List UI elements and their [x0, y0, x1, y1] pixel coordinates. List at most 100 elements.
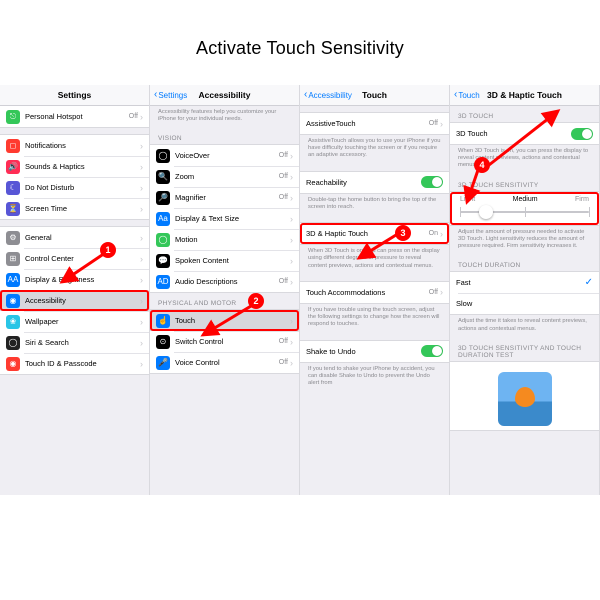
row-touch-accommodations[interactable]: Touch AccommodationsOff› — [300, 282, 449, 303]
slider-thumb[interactable] — [479, 205, 493, 219]
chevron-right-icon: › — [440, 229, 443, 239]
reachability-toggle[interactable] — [421, 176, 443, 188]
section-header-3d-touch: 3D TOUCH — [450, 106, 599, 122]
row-motion[interactable]: ◯Motion› — [150, 229, 299, 250]
chevron-right-icon: › — [290, 214, 293, 224]
desc-shake-undo: If you tend to shake your iPhone by acci… — [300, 363, 449, 393]
speech-icon: 💬 — [156, 254, 170, 268]
row-screen-time[interactable]: ⏳Screen Time› — [0, 198, 149, 219]
siri-icon: ◯ — [6, 336, 20, 350]
chevron-right-icon: › — [140, 317, 143, 327]
row-shake-undo[interactable]: Shake to Undo — [300, 341, 449, 362]
row-zoom[interactable]: 🔍ZoomOff› — [150, 166, 299, 187]
nav-title: Accessibility — [199, 90, 251, 100]
row-touchid[interactable]: ◉Touch ID & Passcode› — [0, 353, 149, 374]
row-voiceover[interactable]: ◯VoiceOverOff› — [150, 145, 299, 166]
check-icon: ✓ — [585, 277, 593, 288]
chevron-right-icon: › — [140, 183, 143, 193]
row-display[interactable]: AADisplay & Brightness› — [0, 269, 149, 290]
row-duration-fast[interactable]: Fast✓ — [450, 272, 599, 293]
settings-column: Settings ⎋ Personal Hotspot Off › ◻Notif… — [0, 85, 150, 495]
row-control-center[interactable]: ⊞Control Center› — [0, 248, 149, 269]
text-size-icon: AA — [6, 273, 20, 287]
back-button[interactable]: ‹Touch — [454, 90, 480, 100]
back-button[interactable]: ‹Accessibility — [304, 90, 352, 100]
row-voice-control[interactable]: 🎤Voice ControlOff› — [150, 352, 299, 373]
section-header-duration: TOUCH DURATION — [450, 255, 599, 271]
nav-bar: Settings — [0, 85, 149, 106]
link-icon: ⎋ — [6, 110, 20, 124]
chevron-right-icon: › — [440, 287, 443, 297]
nav-bar: ‹Settings Accessibility — [150, 85, 299, 106]
desc-sensitivity: Adjust the amount of pressure needed to … — [450, 226, 599, 256]
row-3d-touch-toggle[interactable]: 3D Touch — [450, 123, 599, 144]
row-3d-haptic[interactable]: 3D & Haptic TouchOn› — [300, 223, 449, 244]
row-touch[interactable]: ☝Touch› — [150, 310, 299, 331]
mic-icon: 🎤 — [156, 356, 170, 370]
chevron-left-icon: ‹ — [154, 90, 157, 100]
chevron-right-icon: › — [140, 233, 143, 243]
chevron-right-icon: › — [140, 254, 143, 264]
row-dnd[interactable]: ☾Do Not Disturb› — [0, 177, 149, 198]
desc-reachability: Double-tap the home button to bring the … — [300, 194, 449, 216]
nav-bar: ‹Accessibility Touch — [300, 85, 449, 106]
row-sounds[interactable]: 🔊Sounds & Haptics› — [0, 156, 149, 177]
test-image[interactable] — [498, 372, 552, 426]
row-display-text[interactable]: AaDisplay & Text Size› — [150, 208, 299, 229]
row-personal-hotspot[interactable]: ⎋ Personal Hotspot Off › — [0, 106, 149, 127]
row-accessibility[interactable]: ◉Accessibility› — [0, 290, 149, 311]
speaker-icon: 🔊 — [6, 160, 20, 174]
desc-3d-touch: When 3D Touch is on, you can press the d… — [450, 145, 599, 175]
chevron-right-icon: › — [440, 119, 443, 129]
section-header-sensitivity: 3D TOUCH SENSITIVITY — [450, 175, 599, 191]
desc-touch-accommodations: If you have trouble using the touch scre… — [300, 304, 449, 334]
chevron-right-icon: › — [290, 256, 293, 266]
page-title: Activate Touch Sensitivity — [0, 0, 600, 85]
voiceover-icon: ◯ — [156, 149, 170, 163]
chevron-left-icon: ‹ — [304, 90, 307, 100]
row-reachability[interactable]: Reachability — [300, 172, 449, 193]
hourglass-icon: ⏳ — [6, 202, 20, 216]
nav-title: Settings — [58, 90, 92, 100]
row-duration-slow[interactable]: Slow — [450, 293, 599, 314]
row-notifications[interactable]: ◻Notifications› — [0, 135, 149, 156]
chevron-right-icon: › — [290, 358, 293, 368]
touch-icon: ☝ — [156, 314, 170, 328]
bell-icon: ◻ — [6, 139, 20, 153]
chevron-right-icon: › — [290, 316, 293, 326]
motion-icon: ◯ — [156, 233, 170, 247]
chevron-right-icon: › — [290, 193, 293, 203]
row-wallpaper[interactable]: ❀Wallpaper› — [0, 311, 149, 332]
desc-duration: Adjust the time it takes to reveal conte… — [450, 315, 599, 337]
desc-3d-haptic: When 3D Touch is on, you can press on th… — [300, 245, 449, 275]
tutorial-columns: Settings ⎋ Personal Hotspot Off › ◻Notif… — [0, 85, 600, 495]
zoom-icon: 🔍 — [156, 170, 170, 184]
chevron-right-icon: › — [290, 337, 293, 347]
fingerprint-icon: ◉ — [6, 357, 20, 371]
3d-touch-toggle[interactable] — [571, 128, 593, 140]
chevron-right-icon: › — [140, 338, 143, 348]
row-spoken[interactable]: 💬Spoken Content› — [150, 250, 299, 271]
chevron-right-icon: › — [140, 204, 143, 214]
sliders-icon: ⊞ — [6, 252, 20, 266]
section-header-motor: PHYSICAL AND MOTOR — [150, 293, 299, 309]
chevron-left-icon: ‹ — [454, 90, 457, 100]
chevron-right-icon: › — [140, 112, 143, 122]
accessibility-column: ‹Settings Accessibility Accessibility fe… — [150, 85, 300, 495]
row-general[interactable]: ⚙General› — [0, 227, 149, 248]
sensitivity-slider[interactable] — [460, 203, 589, 221]
gear-icon: ⚙ — [6, 231, 20, 245]
back-button[interactable]: ‹Settings — [154, 90, 187, 100]
shake-undo-toggle[interactable] — [421, 345, 443, 357]
row-audiodesc[interactable]: ADAudio DescriptionsOff› — [150, 271, 299, 292]
section-header-test: 3D TOUCH SENSITIVITY AND TOUCH DURATION … — [450, 338, 599, 361]
flower-icon: ❀ — [6, 315, 20, 329]
row-siri[interactable]: ◯Siri & Search› — [0, 332, 149, 353]
row-magnifier[interactable]: 🔎MagnifierOff› — [150, 187, 299, 208]
row-assistive-touch[interactable]: AssistiveTouchOff› — [300, 113, 449, 134]
text-size-icon: Aa — [156, 212, 170, 226]
moon-icon: ☾ — [6, 181, 20, 195]
row-switch-control[interactable]: ⊙Switch ControlOff› — [150, 331, 299, 352]
touch-column: ‹Accessibility Touch AssistiveTouchOff› … — [300, 85, 450, 495]
nav-title: 3D & Haptic Touch — [487, 90, 562, 100]
